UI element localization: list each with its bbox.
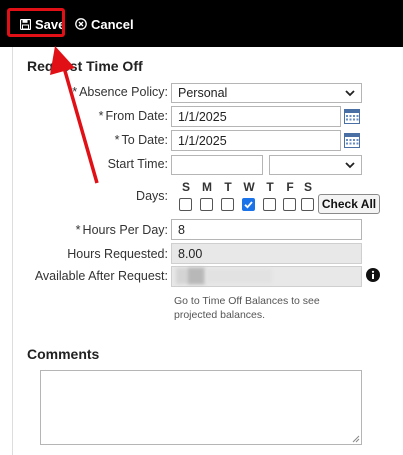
from-date-value: 1/1/2025: [178, 109, 227, 124]
calendar-icon[interactable]: [344, 108, 360, 124]
day-checkbox-thu[interactable]: [263, 198, 276, 211]
absence-policy-value: Personal: [178, 86, 228, 100]
day-checkbox-mon[interactable]: [200, 198, 213, 211]
days-label: Days:: [136, 189, 168, 203]
to-date-input[interactable]: 1/1/2025: [171, 130, 341, 151]
absence-policy-label-text: Absence Policy:: [79, 85, 168, 99]
to-date-label-text: To Date:: [121, 133, 168, 147]
start-time-label: Start Time:: [107, 157, 168, 171]
day-letter-fri: F: [286, 180, 294, 194]
comments-textarea[interactable]: [40, 370, 362, 445]
day-letter-mon: M: [202, 180, 212, 194]
checkmark-icon: [244, 201, 253, 209]
day-checkbox-fri[interactable]: [283, 198, 296, 211]
hours-requested-value: 8.00: [178, 246, 203, 261]
required-mark: *: [75, 223, 81, 237]
comments-title: Comments: [27, 346, 100, 362]
start-time-input[interactable]: [171, 155, 263, 175]
absence-policy-select[interactable]: Personal: [171, 83, 362, 103]
day-checkbox-wed[interactable]: [242, 198, 255, 211]
resize-grip-icon[interactable]: [352, 435, 360, 443]
from-date-input[interactable]: 1/1/2025: [171, 106, 341, 127]
day-checkbox-sun[interactable]: [179, 198, 192, 211]
chevron-down-icon: [345, 86, 355, 100]
day-letter-sat: S: [303, 180, 312, 194]
section-title: Request Time Off: [27, 58, 143, 74]
required-mark: *: [72, 85, 78, 99]
day-checkbox-sat[interactable]: [301, 198, 314, 211]
day-letter-wed: W: [243, 180, 255, 194]
blurred-value: [188, 268, 204, 284]
day-checkbox-tue[interactable]: [221, 198, 234, 211]
day-letter-sun: S: [181, 180, 190, 194]
top-toolbar: Save Cancel: [0, 0, 403, 47]
start-time-ampm-select[interactable]: [269, 155, 362, 175]
time-off-request-page: Save Cancel Request Time Off * Absence Po…: [0, 0, 403, 455]
from-date-label-text: From Date:: [105, 109, 168, 123]
cancel-button[interactable]: Cancel: [75, 14, 134, 34]
circle-x-icon: [75, 18, 87, 30]
balances-hint-text: Go to Time Off Balances to see projected…: [174, 295, 320, 321]
hours-per-day-label: * Hours Per Day:: [76, 223, 168, 237]
hours-requested-field: 8.00: [171, 243, 362, 264]
check-all-button[interactable]: Check All: [318, 194, 380, 214]
to-date-value: 1/1/2025: [178, 133, 227, 148]
hours-per-day-value: 8: [178, 222, 185, 237]
from-date-label: * From Date:: [99, 109, 168, 123]
day-letter-tue: T: [224, 180, 232, 194]
required-mark: *: [114, 133, 120, 147]
cancel-button-label: Cancel: [91, 16, 134, 32]
available-after-request-label: Available After Request:: [34, 269, 168, 283]
chevron-down-icon: [345, 158, 355, 172]
required-mark: *: [98, 109, 104, 123]
hours-requested-label: Hours Requested:: [67, 247, 168, 261]
content-left-border: [12, 47, 13, 455]
day-letter-thu: T: [266, 180, 274, 194]
save-highlight-box: [7, 8, 65, 37]
to-date-label: * To Date:: [115, 133, 168, 147]
blurred-value: [206, 269, 272, 283]
calendar-icon[interactable]: [344, 132, 360, 148]
info-icon[interactable]: [366, 268, 380, 282]
hours-per-day-input[interactable]: 8: [171, 219, 362, 240]
absence-policy-label: * Absence Policy:: [72, 85, 168, 99]
hours-per-day-label-text: Hours Per Day:: [82, 223, 168, 237]
